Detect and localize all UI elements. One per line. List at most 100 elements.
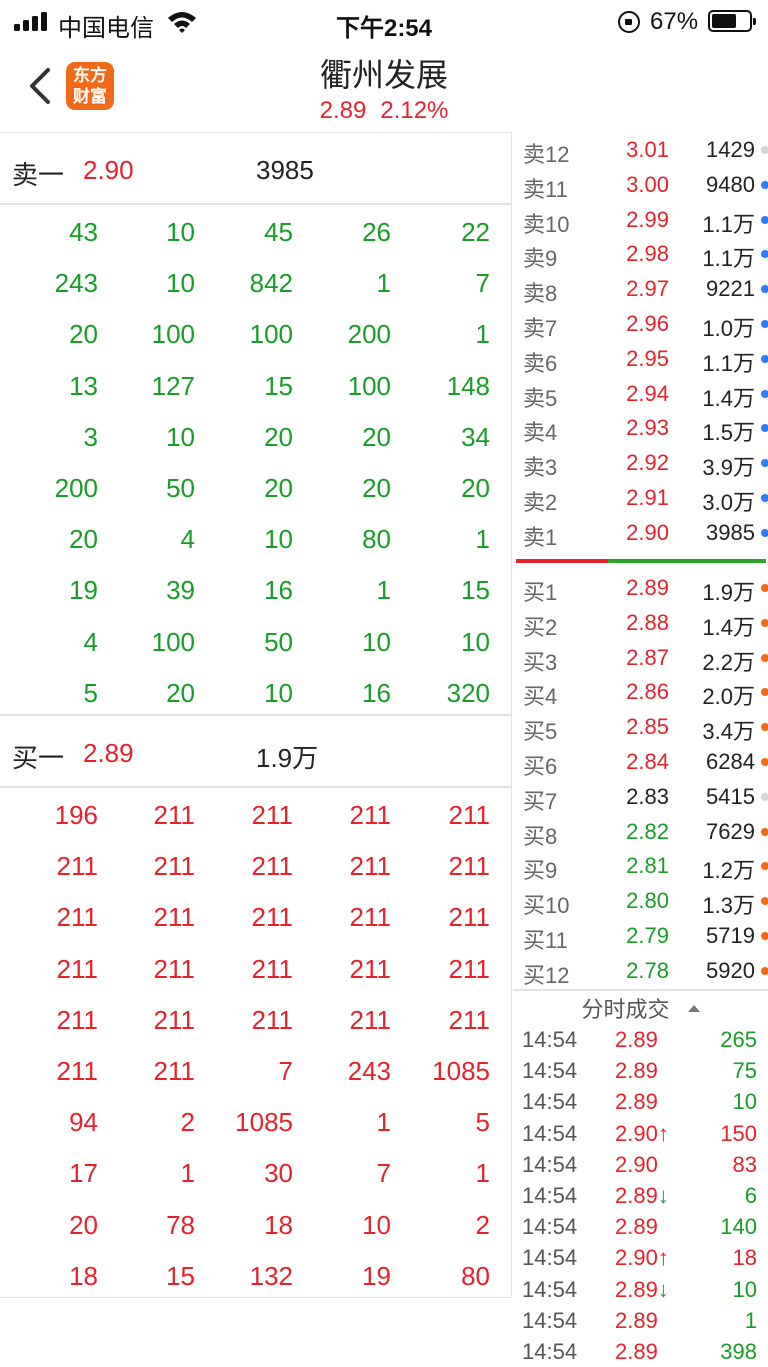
- bid-level-label: 买10: [523, 893, 570, 919]
- ask-level-price: 2.96: [626, 311, 669, 336]
- bid-level-row[interactable]: 买11 2.79 5719: [513, 918, 768, 953]
- tick-volume: 10: [732, 1089, 757, 1115]
- ask-level-label: 卖9: [523, 246, 558, 272]
- bid-level-row[interactable]: 买3 2.87 2.2万: [513, 640, 768, 675]
- bid-level-row[interactable]: 买6 2.84 6284: [513, 744, 768, 779]
- tick-time: 14:54: [522, 1245, 578, 1271]
- tick-time: 14:54: [522, 1339, 578, 1364]
- ask-level-price: 2.90: [626, 519, 669, 545]
- bid-level-row[interactable]: 买10 2.80 1.3万: [513, 883, 768, 918]
- bid-level-row[interactable]: 买8 2.82 7629: [513, 814, 768, 849]
- ask-level-label: 卖2: [523, 490, 558, 515]
- status-dot-icon: [761, 966, 768, 975]
- queue-order-size: 10: [264, 524, 293, 555]
- bid-level-row[interactable]: 买9 2.81 1.2万: [513, 848, 768, 883]
- queue-row: 211 211 7 243 1085: [0, 1046, 511, 1097]
- queue-order-size: 1: [376, 1107, 391, 1138]
- queue-order-size: 211: [349, 902, 391, 933]
- queue-row: 94 2 1085 1 5: [0, 1097, 511, 1148]
- ask-level-row[interactable]: 卖10 2.99 1.1万: [513, 202, 768, 237]
- status-dot-icon: [761, 897, 768, 906]
- ticks-header[interactable]: 分时成交: [513, 992, 768, 1026]
- tick-row: 14:54 2.90↑ 18: [513, 1243, 768, 1274]
- queue-order-size: 211: [251, 800, 293, 830]
- bid-level-label: 买6: [523, 754, 558, 779]
- status-bar: 中国电信 下午2:54 67%: [0, 0, 768, 44]
- status-dot-icon: [761, 389, 768, 398]
- queue-order-size: 17: [69, 1158, 98, 1189]
- bid-level-row[interactable]: 买1 2.89 1.9万: [513, 570, 768, 605]
- queue-order-size: 20: [461, 473, 490, 503]
- ask-level-row[interactable]: 卖2 2.91 3.0万: [513, 480, 768, 515]
- bid-level-price: 2.83: [626, 783, 669, 809]
- ask-level-row[interactable]: 卖9 2.98 1.1万: [513, 236, 768, 271]
- collapse-arrow-icon[interactable]: [687, 1004, 700, 1012]
- ask-level-label: 卖6: [523, 350, 558, 376]
- bid-level-row[interactable]: 买2 2.88 1.4万: [513, 605, 768, 640]
- bid-level-row[interactable]: 买12 2.78 5920: [513, 953, 768, 988]
- queue-order-size: 100: [151, 626, 195, 657]
- ask-level-row[interactable]: 卖3 2.92 3.9万: [513, 445, 768, 480]
- queue-order-size: 80: [362, 524, 391, 555]
- tick-row: 14:54 2.89↓ 6: [513, 1181, 768, 1212]
- bid-level-price: 2.87: [626, 644, 669, 670]
- rotation-lock-icon: [618, 11, 640, 33]
- queue-order-size: 43: [69, 217, 98, 247]
- bid-level-row[interactable]: 买4 2.86 2.0万: [513, 674, 768, 709]
- buy1-summary[interactable]: 买一 2.89 1.9万: [0, 716, 511, 788]
- queue-order-size: 19: [69, 575, 98, 606]
- queue-order-size: 13: [69, 370, 98, 401]
- queue-order-size: 211: [153, 902, 195, 933]
- queue-order-size: 148: [446, 370, 490, 401]
- ask-level-row[interactable]: 卖8 2.97 9221: [513, 271, 768, 306]
- tick-price: 2.89: [615, 1214, 658, 1240]
- ask-level-label: 卖4: [523, 420, 558, 446]
- ask-level-row[interactable]: 卖11 3.00 9480: [513, 167, 768, 202]
- status-dot-icon: [761, 653, 768, 662]
- bid-level-row[interactable]: 买5 2.85 3.4万: [513, 709, 768, 744]
- bid-level-label: 买11: [523, 928, 568, 953]
- queue-order-size: 34: [461, 421, 490, 452]
- bid-level-price: 2.89: [626, 575, 669, 600]
- queue-order-size: 211: [56, 851, 98, 882]
- ask-level-row[interactable]: 卖7 2.96 1.0万: [513, 306, 768, 341]
- tick-volume: 18: [732, 1245, 757, 1271]
- ask-level-volume: 1.1万: [702, 211, 755, 237]
- status-dot-icon: [761, 528, 768, 537]
- tick-volume: 75: [732, 1058, 757, 1084]
- ask-level-row[interactable]: 卖1 2.90 3985: [513, 515, 768, 550]
- ask-level-volume: 1.1万: [702, 350, 755, 376]
- tick-price: 2.89↓: [615, 1276, 669, 1302]
- ask-level-volume: 1.1万: [702, 246, 755, 272]
- bid-level-label: 买5: [523, 719, 558, 745]
- queue-order-size: 18: [69, 1260, 98, 1291]
- ask-level-row[interactable]: 卖4 2.93 1.5万: [513, 410, 768, 445]
- status-dot-icon: [761, 215, 768, 224]
- ask-level-row[interactable]: 卖5 2.94 1.4万: [513, 376, 768, 411]
- bid-ask-ratio-bar: [516, 559, 766, 563]
- arrow-down-icon: ↓: [657, 1276, 669, 1302]
- bid-level-label: 买12: [523, 962, 570, 988]
- tick-row: 14:54 2.89 265: [513, 1025, 768, 1056]
- queue-order-size: 211: [349, 953, 391, 984]
- stock-name: 衢州发展: [319, 57, 448, 93]
- bid-level-row[interactable]: 买7 2.83 5415: [513, 779, 768, 814]
- ask-level-row[interactable]: 卖6 2.95 1.1万: [513, 341, 768, 376]
- queue-order-size: 211: [349, 851, 391, 882]
- queue-order-size: 211: [56, 953, 98, 984]
- ask-level-row[interactable]: 卖12 3.01 1429: [513, 132, 768, 167]
- sell1-price: 2.90: [83, 155, 134, 185]
- bid-level-volume: 2.2万: [702, 649, 755, 675]
- tick-row: 14:54 2.90↑ 150: [513, 1119, 768, 1150]
- queue-order-size: 10: [264, 677, 293, 708]
- queue-order-size: 3: [83, 421, 98, 452]
- bid-level-volume: 3.4万: [702, 719, 755, 745]
- status-dot-icon: [761, 827, 768, 836]
- queue-order-size: 15: [264, 370, 293, 401]
- queue-order-size: 243: [347, 1056, 391, 1086]
- sell1-summary[interactable]: 卖一 2.90 3985: [0, 133, 511, 205]
- ask-level-label: 卖12: [523, 142, 570, 167]
- status-dot-icon: [761, 932, 768, 940]
- tick-row: 14:54 2.89 140: [513, 1212, 768, 1243]
- divider: [0, 203, 511, 205]
